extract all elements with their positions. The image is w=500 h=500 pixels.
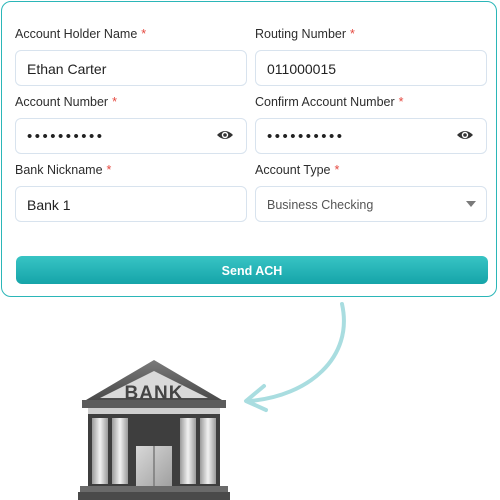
required-marker: * — [112, 95, 117, 109]
required-marker: * — [398, 95, 404, 109]
bank-sign-text: BANK — [124, 383, 184, 404]
chevron-down-icon[interactable] — [466, 201, 476, 207]
bank-nickname-input[interactable]: Bank 1 — [15, 186, 247, 222]
required-marker: * — [350, 27, 355, 41]
routing-number-value: 011000015 — [267, 61, 337, 77]
send-ach-button[interactable]: Send ACH — [16, 256, 488, 284]
account-holder-value: Ethan Carter — [27, 61, 107, 77]
routing-number-input[interactable]: 011000015 — [255, 50, 487, 86]
account-type-select[interactable]: Business Checking — [255, 186, 487, 222]
account-number-value: •••••••••• — [27, 128, 105, 145]
account-number-label: Account Number * — [15, 95, 117, 109]
confirm-account-input[interactable]: •••••••••• — [255, 118, 487, 154]
confirm-account-value: •••••••••• — [267, 128, 345, 145]
account-number-input[interactable]: •••••••••• — [15, 118, 247, 154]
eye-icon[interactable] — [456, 129, 474, 141]
required-marker: * — [334, 163, 340, 177]
eye-icon[interactable] — [216, 129, 234, 141]
required-marker: * — [141, 27, 147, 41]
account-holder-label: Account Holder Name * — [15, 27, 147, 41]
confirm-account-label: Confirm Account Number * — [255, 95, 404, 109]
required-marker: * — [106, 163, 112, 177]
account-type-label: Account Type * — [255, 163, 340, 177]
bank-nickname-value: Bank 1 — [27, 197, 71, 213]
bank-nickname-label: Bank Nickname * — [15, 163, 112, 177]
account-holder-input[interactable]: Ethan Carter — [15, 50, 247, 86]
curved-arrow-icon — [244, 302, 346, 412]
routing-number-label: Routing Number * — [255, 27, 355, 41]
ach-form-card: Account Holder Name * Ethan Carter Routin… — [1, 1, 497, 297]
account-type-value: Business Checking — [267, 198, 374, 212]
bank-building-icon — [78, 360, 230, 500]
